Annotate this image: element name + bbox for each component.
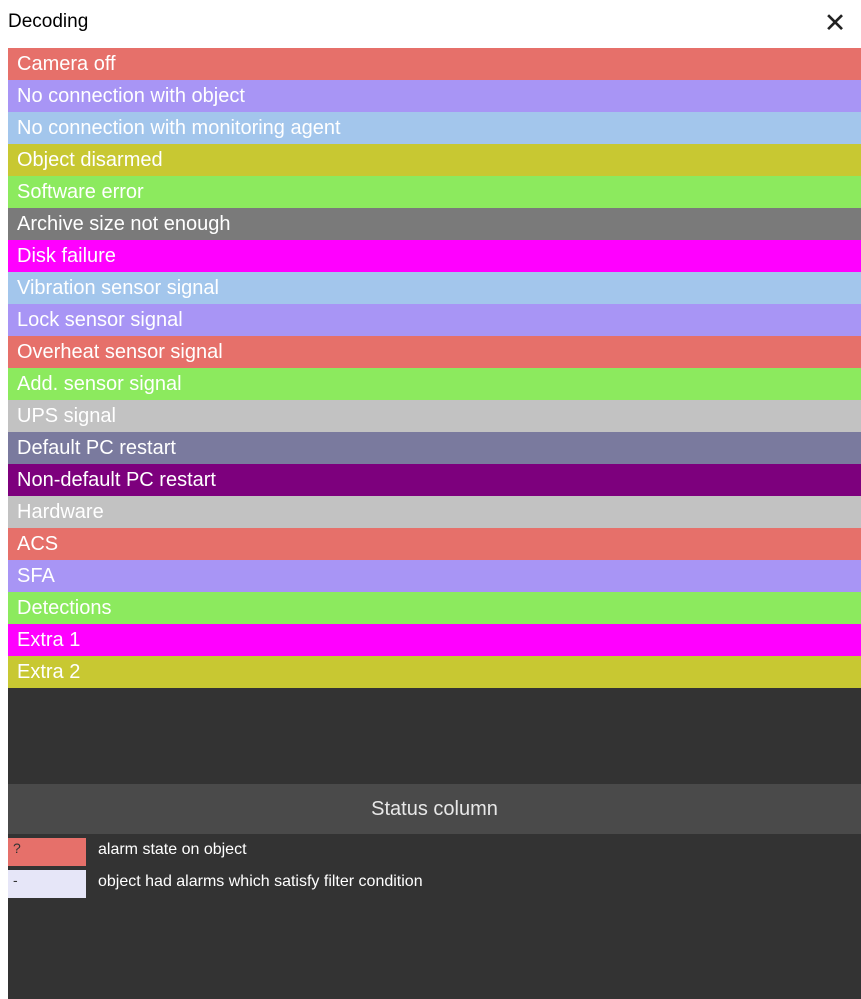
decoding-item: UPS signal (8, 400, 861, 432)
decoding-item: Detections (8, 592, 861, 624)
decoding-item: Software error (8, 176, 861, 208)
legend-description: object had alarms which satisfy filter c… (98, 873, 423, 890)
decoding-item: Extra 1 (8, 624, 861, 656)
decoding-item: Default PC restart (8, 432, 861, 464)
decoding-item: Overheat sensor signal (8, 336, 861, 368)
decoding-item: No connection with monitoring agent (8, 112, 861, 144)
decoding-item: Vibration sensor signal (8, 272, 861, 304)
legend-description: alarm state on object (98, 841, 247, 858)
decoding-item: Lock sensor signal (8, 304, 861, 336)
status-legend: ? alarm state on object - object had alarms… (8, 834, 861, 898)
decoding-list: Camera off No connection with object No co… (8, 48, 861, 688)
decoding-item: Camera off (8, 48, 861, 80)
title-bar: Decoding ✕ (0, 0, 861, 48)
decoding-item: Hardware (8, 496, 861, 528)
decoding-item: Object disarmed (8, 144, 861, 176)
legend-row: - object had alarms which satisfy filter … (8, 866, 861, 898)
window-title: Decoding (8, 11, 89, 32)
legend-row: ? alarm state on object (8, 834, 861, 866)
decoding-item: SFA (8, 560, 861, 592)
legend-swatch: - (8, 870, 86, 898)
decoding-item: Add. sensor signal (8, 368, 861, 400)
status-column-header: Status column (8, 784, 861, 834)
decoding-panel: Camera off No connection with object No co… (8, 48, 861, 999)
close-icon[interactable]: ✕ (817, 6, 853, 42)
decoding-item: ACS (8, 528, 861, 560)
decoding-item: Disk failure (8, 240, 861, 272)
decoding-item: Archive size not enough (8, 208, 861, 240)
decoding-item: Non-default PC restart (8, 464, 861, 496)
decoding-item: No connection with object (8, 80, 861, 112)
decoding-item: Extra 2 (8, 656, 861, 688)
legend-swatch: ? (8, 838, 86, 866)
